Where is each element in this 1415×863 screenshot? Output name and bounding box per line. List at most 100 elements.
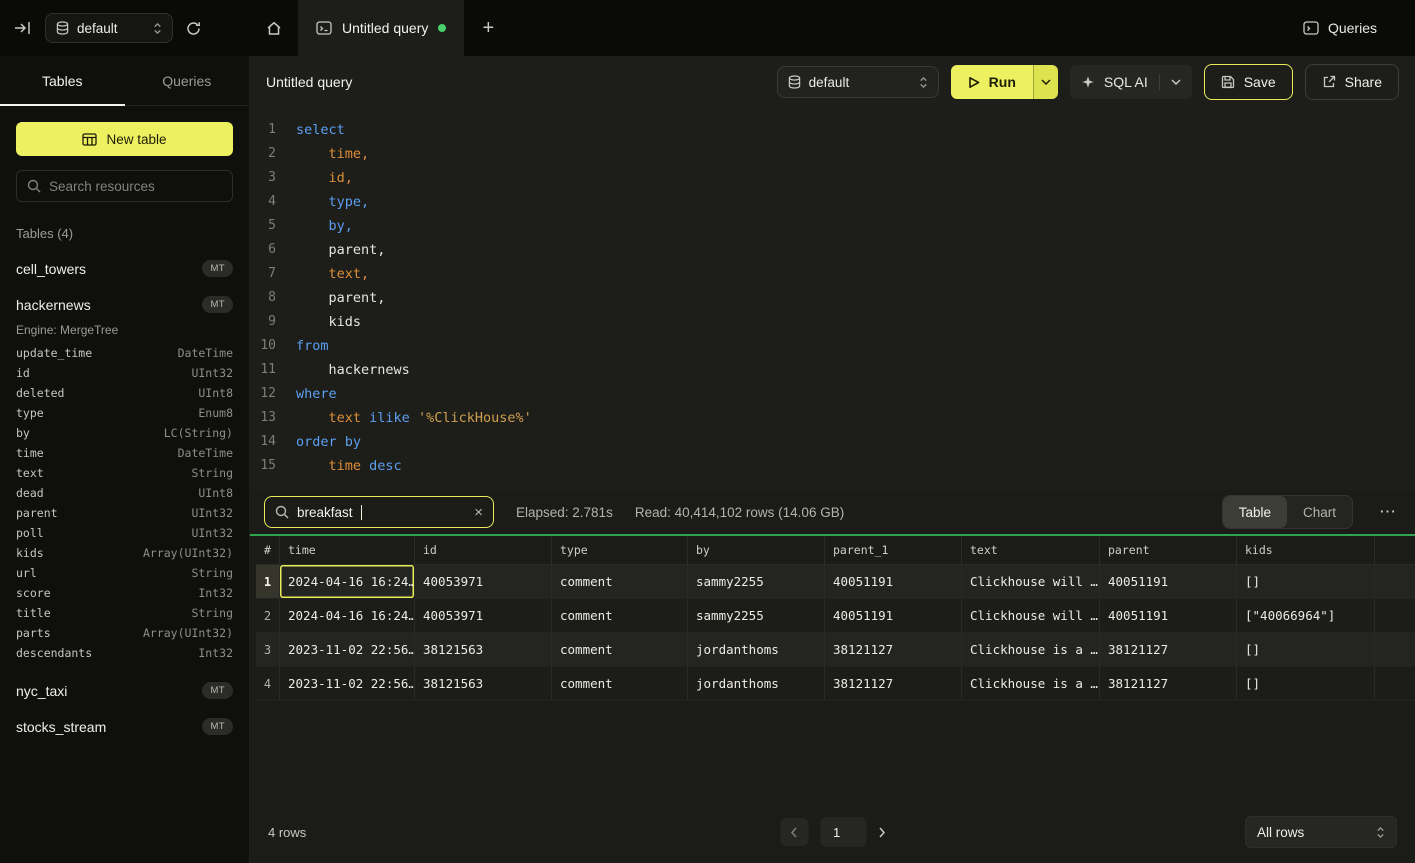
prev-page-button[interactable] <box>780 818 808 846</box>
code-line[interactable]: 12where <box>250 382 1415 406</box>
table-cell[interactable]: 40051191 <box>1100 565 1237 598</box>
save-button[interactable]: Save <box>1204 64 1293 100</box>
table-row[interactable]: 22024-04-16 16:24…40053971commentsammy22… <box>256 599 1415 633</box>
results-search-input[interactable]: breakfast × <box>264 496 494 528</box>
column-header[interactable]: by <box>688 536 825 564</box>
table-cell[interactable]: 40051191 <box>825 599 962 632</box>
column-header[interactable]: text <box>962 536 1100 564</box>
table-row[interactable]: 12024-04-16 16:24…40053971commentsammy22… <box>256 565 1415 599</box>
table-cell[interactable]: 38121563 <box>415 667 552 700</box>
code-line[interactable]: 9 kids <box>250 310 1415 334</box>
column-row[interactable]: scoreInt32 <box>16 583 233 603</box>
column-row[interactable]: byLC(String) <box>16 423 233 443</box>
sidebar-tab-tables[interactable]: Tables <box>0 56 125 105</box>
table-cell[interactable]: [] <box>1237 667 1375 700</box>
code-line[interactable]: 13 text ilike '%ClickHouse%' <box>250 406 1415 430</box>
home-tab[interactable] <box>250 0 298 56</box>
sidebar-table-nyc_taxi[interactable]: nyc_taxiMT <box>16 682 233 699</box>
sidebar-table-stocks_stream[interactable]: stocks_streamMT <box>16 718 233 735</box>
page-number-input[interactable]: 1 <box>820 817 866 847</box>
table-cell[interactable]: Clickhouse is a … <box>962 633 1100 666</box>
row-number[interactable]: 3 <box>256 633 280 666</box>
code-line[interactable]: 11 hackernews <box>250 358 1415 382</box>
table-cell[interactable]: comment <box>552 599 688 632</box>
code-line[interactable]: 7 text, <box>250 262 1415 286</box>
code-line[interactable]: 5 by, <box>250 214 1415 238</box>
table-cell[interactable]: 38121127 <box>825 667 962 700</box>
column-header[interactable]: parent_1 <box>825 536 962 564</box>
column-row[interactable]: idUInt32 <box>16 363 233 383</box>
column-row[interactable]: pollUInt32 <box>16 523 233 543</box>
column-row[interactable]: deletedUInt8 <box>16 383 233 403</box>
chevron-down-icon[interactable] <box>1171 79 1181 85</box>
table-cell[interactable]: sammy2255 <box>688 565 825 598</box>
next-page-button[interactable] <box>878 827 885 838</box>
column-row[interactable]: titleString <box>16 603 233 623</box>
column-row[interactable]: kidsArray(UInt32) <box>16 543 233 563</box>
sidebar-tab-queries[interactable]: Queries <box>125 56 250 105</box>
code-line[interactable]: 15 time desc <box>250 454 1415 478</box>
table-cell[interactable]: 38121127 <box>825 633 962 666</box>
code-line[interactable]: 2 time, <box>250 142 1415 166</box>
search-resources-input[interactable]: Search resources <box>16 170 233 202</box>
share-button[interactable]: Share <box>1305 64 1399 100</box>
more-options-icon[interactable]: ⋯ <box>1375 502 1401 522</box>
code-line[interactable]: 4 type, <box>250 190 1415 214</box>
column-row[interactable]: partsArray(UInt32) <box>16 623 233 643</box>
column-header[interactable]: type <box>552 536 688 564</box>
topbar-database-selector[interactable]: default <box>45 13 173 43</box>
code-line[interactable]: 14order by <box>250 430 1415 454</box>
table-cell[interactable]: 38121127 <box>1100 633 1237 666</box>
column-row[interactable]: urlString <box>16 563 233 583</box>
column-row[interactable]: update_timeDateTime <box>16 343 233 363</box>
table-cell[interactable]: [] <box>1237 565 1375 598</box>
new-table-button[interactable]: New table <box>16 122 233 156</box>
table-cell[interactable]: comment <box>552 667 688 700</box>
column-row[interactable]: timeDateTime <box>16 443 233 463</box>
table-cell[interactable]: [] <box>1237 633 1375 666</box>
table-cell[interactable]: comment <box>552 565 688 598</box>
table-row[interactable]: 32023-11-02 22:56…38121563commentjordant… <box>256 633 1415 667</box>
sidebar-table-hackernews[interactable]: hackernewsMT <box>16 296 233 313</box>
table-cell[interactable]: 2023-11-02 22:56… <box>280 667 415 700</box>
code-line[interactable]: 1select <box>250 118 1415 142</box>
column-header[interactable]: time <box>280 536 415 564</box>
column-row[interactable]: textString <box>16 463 233 483</box>
run-button[interactable]: Run <box>951 65 1033 99</box>
column-row[interactable]: typeEnum8 <box>16 403 233 423</box>
table-cell[interactable]: 2023-11-02 22:56… <box>280 633 415 666</box>
column-header[interactable]: parent <box>1100 536 1237 564</box>
table-cell[interactable]: jordanthoms <box>688 667 825 700</box>
view-toggle-table[interactable]: Table <box>1223 496 1287 528</box>
view-toggle-chart[interactable]: Chart <box>1287 496 1352 528</box>
table-cell[interactable]: 2024-04-16 16:24… <box>280 599 415 632</box>
row-number[interactable]: 4 <box>256 667 280 700</box>
table-cell[interactable]: Clickhouse is a … <box>962 667 1100 700</box>
column-row[interactable]: deadUInt8 <box>16 483 233 503</box>
column-header[interactable]: id <box>415 536 552 564</box>
query-database-selector[interactable]: default <box>777 66 939 98</box>
row-number[interactable]: 2 <box>256 599 280 632</box>
sql-ai-button[interactable]: SQL AI <box>1070 65 1192 99</box>
code-line[interactable]: 10from <box>250 334 1415 358</box>
table-cell[interactable]: 38121127 <box>1100 667 1237 700</box>
table-cell[interactable]: sammy2255 <box>688 599 825 632</box>
column-row[interactable]: parentUInt32 <box>16 503 233 523</box>
code-line[interactable]: 8 parent, <box>250 286 1415 310</box>
table-cell[interactable]: Clickhouse will … <box>962 599 1100 632</box>
table-cell[interactable]: jordanthoms <box>688 633 825 666</box>
new-tab-button[interactable]: + <box>464 0 512 56</box>
code-line[interactable]: 3 id, <box>250 166 1415 190</box>
table-cell[interactable]: ["40066964"] <box>1237 599 1375 632</box>
code-line[interactable]: 6 parent, <box>250 238 1415 262</box>
collapse-sidebar-icon[interactable] <box>14 21 32 35</box>
rows-per-page-select[interactable]: All rows <box>1245 816 1397 848</box>
table-cell[interactable]: 2024-04-16 16:24… <box>280 565 415 598</box>
row-number[interactable]: 1 <box>256 565 280 598</box>
column-row[interactable]: descendantsInt32 <box>16 643 233 663</box>
table-cell[interactable]: Clickhouse will … <box>962 565 1100 598</box>
sql-editor[interactable]: 1select2 time,3 id,4 type,5 by,6 parent,… <box>250 108 1415 490</box>
column-header[interactable]: kids <box>1237 536 1375 564</box>
table-cell[interactable]: 40053971 <box>415 565 552 598</box>
refresh-icon[interactable] <box>186 21 201 36</box>
